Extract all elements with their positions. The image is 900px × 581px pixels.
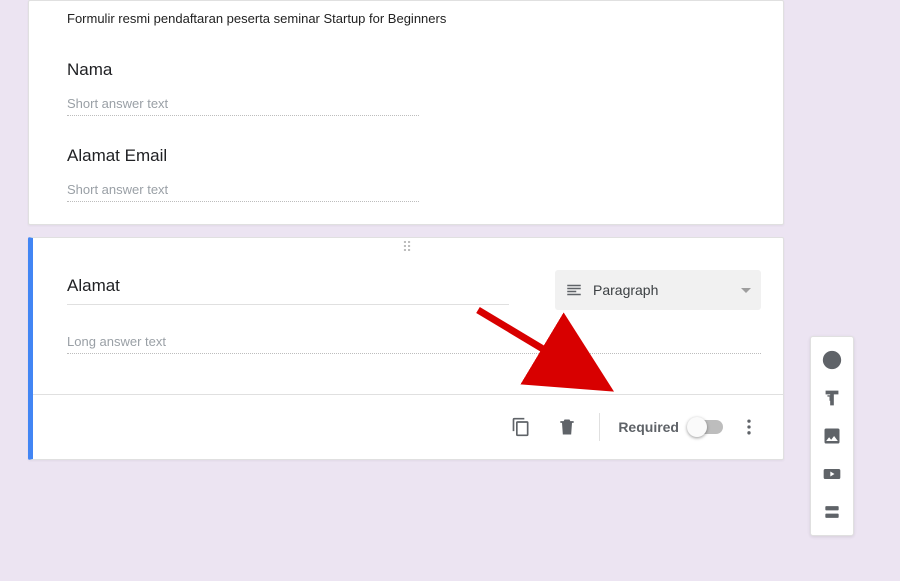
question-type-dropdown[interactable]: Paragraph <box>555 270 761 310</box>
question-title: Alamat Email <box>67 146 745 166</box>
add-image-button[interactable] <box>812 417 852 455</box>
add-title-button[interactable] <box>812 379 852 417</box>
long-answer-placeholder: Long answer text <box>67 334 761 354</box>
copy-icon <box>511 417 531 437</box>
add-section-button[interactable] <box>812 493 852 531</box>
more-vert-icon <box>739 417 759 437</box>
section-icon <box>822 502 842 522</box>
question-title: Nama <box>67 60 745 80</box>
question-title-input[interactable] <box>67 270 509 305</box>
question-type-label: Paragraph <box>593 282 731 298</box>
separator <box>599 413 600 441</box>
chevron-down-icon <box>741 288 751 293</box>
editing-question-card[interactable]: ⠿ Paragraph Long answer text Required <box>28 237 784 460</box>
required-toggle[interactable] <box>689 420 723 434</box>
form-description: Formulir resmi pendaftaran peserta semin… <box>67 11 745 26</box>
delete-button[interactable] <box>547 407 587 447</box>
add-question-button[interactable] <box>812 341 852 379</box>
question-footer: Required <box>33 394 783 459</box>
toggle-knob <box>687 417 707 437</box>
trash-icon <box>557 417 577 437</box>
plus-circle-icon <box>821 349 843 371</box>
duplicate-button[interactable] <box>501 407 541 447</box>
form-header-card[interactable]: Formulir resmi pendaftaran peserta semin… <box>28 0 784 225</box>
short-answer-placeholder: Short answer text <box>67 182 419 202</box>
side-toolbar <box>810 336 854 536</box>
image-icon <box>822 426 842 446</box>
paragraph-icon <box>565 281 583 299</box>
required-label: Required <box>618 419 679 435</box>
short-answer-placeholder: Short answer text <box>67 96 419 116</box>
text-icon <box>821 387 843 409</box>
drag-handle-icon[interactable]: ⠿ <box>33 238 783 256</box>
more-options-button[interactable] <box>729 407 769 447</box>
video-icon <box>822 464 842 484</box>
add-video-button[interactable] <box>812 455 852 493</box>
